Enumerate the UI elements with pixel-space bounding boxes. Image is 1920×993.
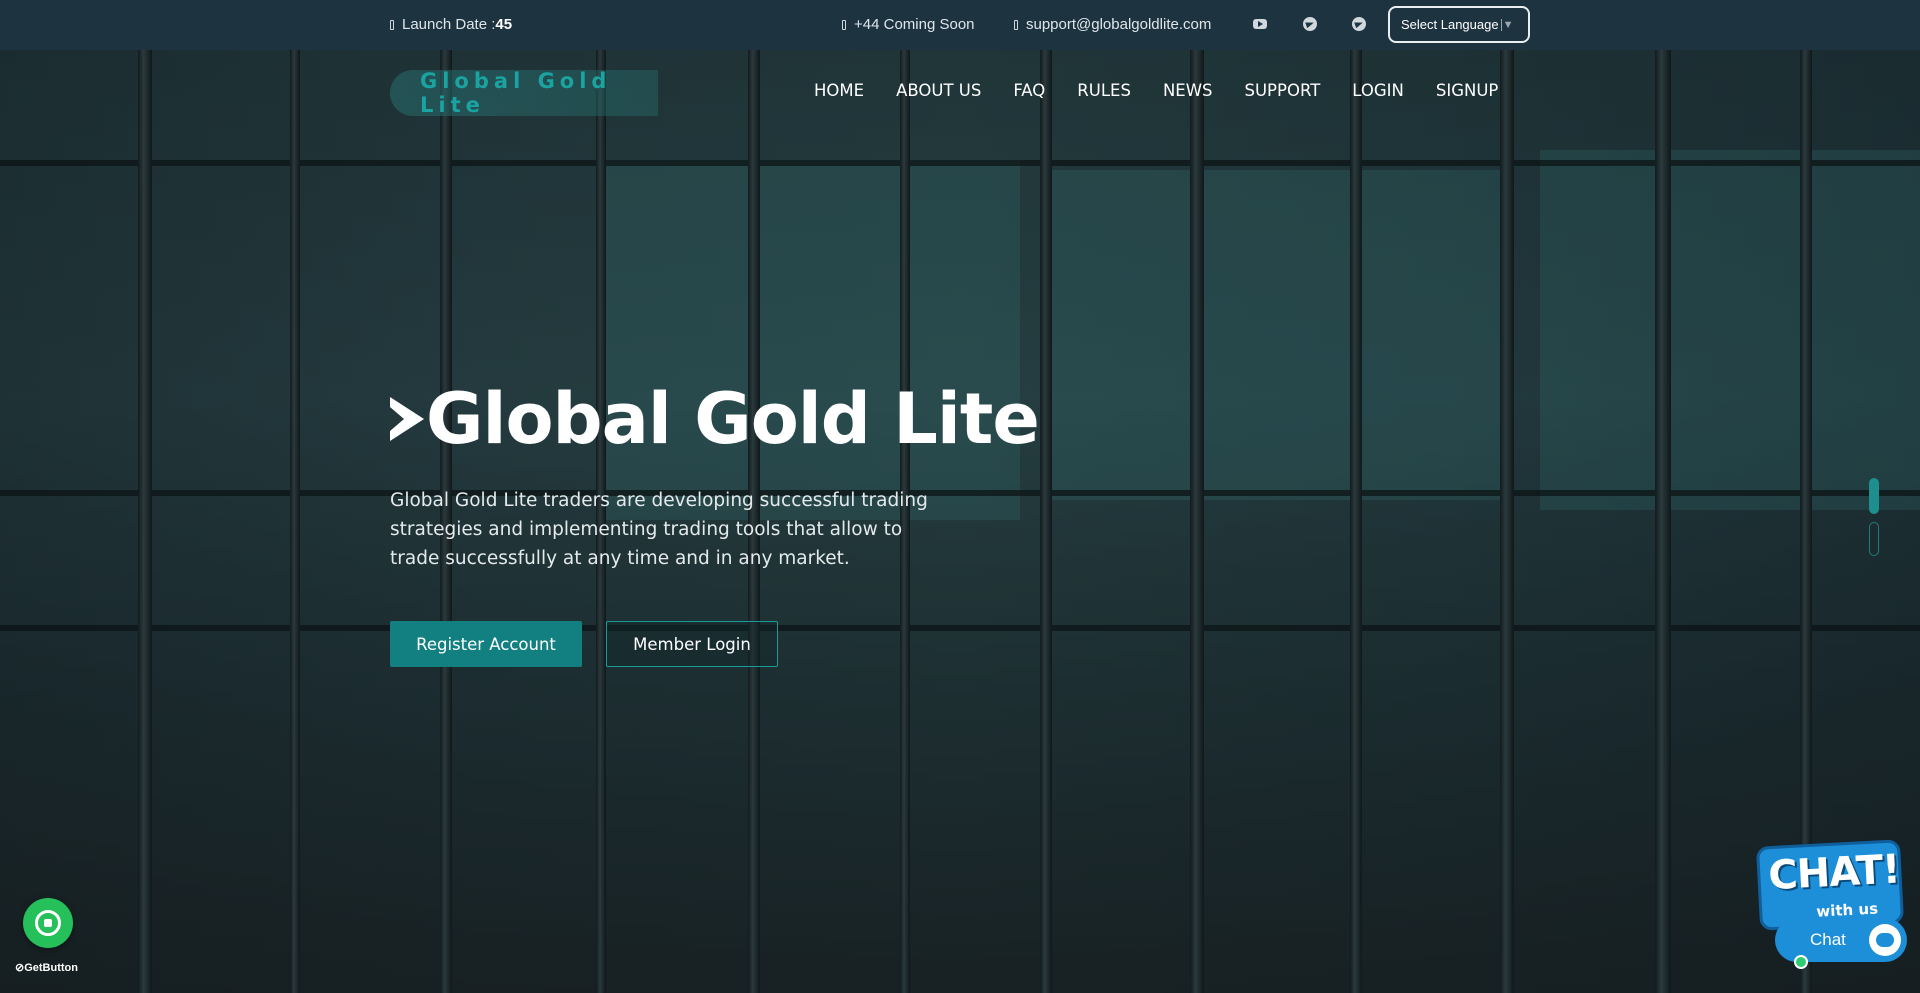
telegram-link[interactable] <box>1301 15 1319 33</box>
whatsapp-button[interactable] <box>23 898 73 948</box>
mail-icon <box>1014 19 1018 30</box>
site-logo[interactable]: Global Gold Lite <box>390 69 658 117</box>
nav-rules[interactable]: RULES <box>1077 81 1131 100</box>
getbutton-credit[interactable]: ⊘GetButton <box>15 961 78 974</box>
hero-title-text: Global Gold Lite <box>426 378 1040 460</box>
glass-mullion <box>1350 50 1362 993</box>
telegram-icon <box>1352 17 1366 31</box>
glass-transom <box>0 160 1920 166</box>
glass-mullion <box>1040 50 1052 993</box>
whatsapp-icon <box>35 910 61 936</box>
slider-dot-active[interactable] <box>1869 478 1879 514</box>
glass-mullion <box>1190 50 1204 993</box>
glass-pane <box>1540 150 1920 510</box>
glass-mullion <box>290 50 300 993</box>
launch-date-label: Launch Date : <box>402 16 496 33</box>
glass-mullion <box>1500 50 1514 993</box>
telegram-link-2[interactable] <box>1350 15 1368 33</box>
email-link[interactable]: support@globalgoldlite.com <box>1014 16 1211 33</box>
phone-icon <box>842 19 846 30</box>
youtube-link[interactable] <box>1251 15 1269 33</box>
glass-pane <box>600 160 1020 520</box>
launch-date-value: 45 <box>495 16 513 33</box>
nav-faq[interactable]: FAQ <box>1013 81 1045 100</box>
chat-bubble-icon <box>1869 924 1901 956</box>
launch-date: Launch Date :45 <box>390 16 512 33</box>
glass-transom <box>0 490 1920 496</box>
chat-badge-title: CHAT! <box>1767 846 1901 900</box>
chat-button[interactable]: Chat <box>1775 918 1907 962</box>
phone-text: +44 Coming Soon <box>854 16 975 33</box>
calendar-icon <box>390 19 394 30</box>
slider-dot[interactable] <box>1869 522 1879 556</box>
nav-about-us[interactable]: ABOUT US <box>896 81 981 100</box>
hero-background <box>0 0 1920 993</box>
member-login-button[interactable]: Member Login <box>606 621 778 667</box>
glass-mullion <box>138 50 152 993</box>
logo-text: Global Gold Lite <box>420 69 612 117</box>
register-account-button[interactable]: Register Account <box>390 621 582 667</box>
chat-badge[interactable]: CHAT! with us <box>1755 839 1905 931</box>
phone-info: +44 Coming Soon <box>842 16 975 33</box>
getbutton-label: GetButton <box>24 962 78 974</box>
hero-description: Global Gold Lite traders are developing … <box>390 490 928 569</box>
nav-news[interactable]: NEWS <box>1163 81 1213 100</box>
email-text[interactable]: support@globalgoldlite.com <box>1026 16 1211 33</box>
hero-title: Global Gold Lite <box>390 378 1040 460</box>
glass-transom <box>0 625 1920 631</box>
telegram-icon <box>1303 17 1317 31</box>
glass-pane <box>1050 170 1510 500</box>
language-select-label: Select Language <box>1401 17 1499 32</box>
nav-home[interactable]: HOME <box>814 81 864 100</box>
nav-signup[interactable]: SIGNUP <box>1436 81 1499 100</box>
chat-label: Chat <box>1810 930 1846 949</box>
main-nav: HOME ABOUT US FAQ RULES NEWS SUPPORT LOG… <box>814 81 1498 100</box>
getbutton-icon: ⊘ <box>15 962 25 974</box>
online-status-indicator <box>1794 955 1808 969</box>
chevron-right-icon <box>390 397 424 441</box>
youtube-icon <box>1253 19 1267 29</box>
nav-login[interactable]: LOGIN <box>1352 81 1404 100</box>
glass-mullion <box>1655 50 1671 993</box>
language-select[interactable]: Select Language ▼ <box>1388 6 1530 43</box>
top-bar: Launch Date :45 +44 Coming Soon support@… <box>0 0 1920 50</box>
chevron-down-icon: ▼ <box>1500 18 1514 31</box>
nav-support[interactable]: SUPPORT <box>1245 81 1321 100</box>
